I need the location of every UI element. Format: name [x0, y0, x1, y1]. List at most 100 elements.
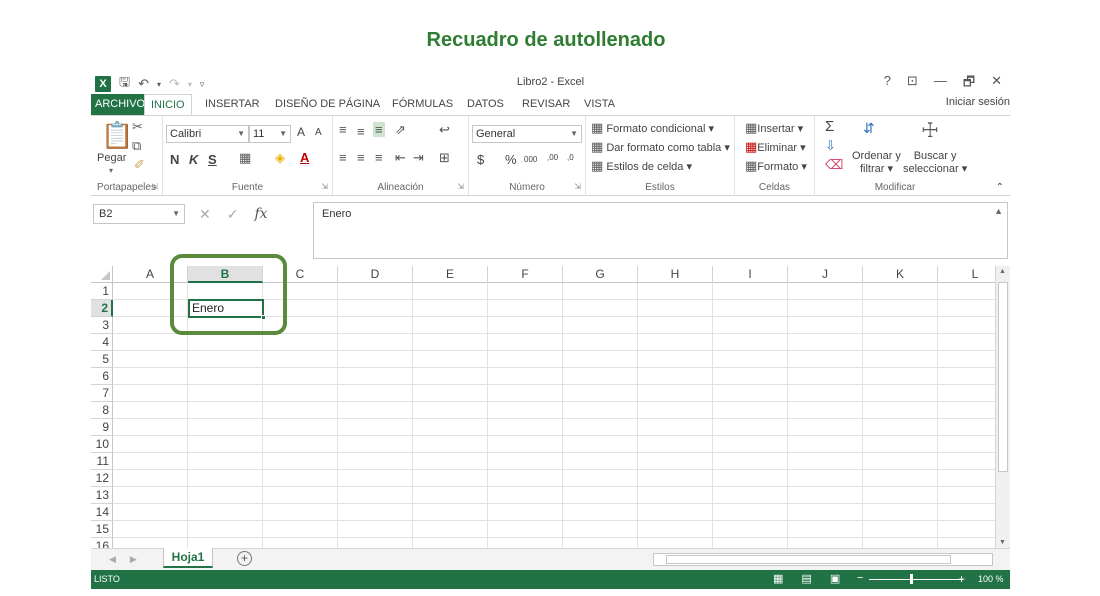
- tab-vista[interactable]: VISTA: [578, 94, 621, 116]
- format-as-table-button[interactable]: ▦ Dar formato como tabla ▾: [591, 139, 730, 155]
- align-top-icon[interactable]: ≡: [339, 122, 347, 137]
- sort-filter-button[interactable]: Ordenar y filtrar ▾: [852, 150, 901, 175]
- page-layout-icon[interactable]: ▤: [801, 572, 811, 585]
- binoculars-icon[interactable]: ☩: [921, 118, 939, 143]
- page-break-icon[interactable]: ▣: [830, 572, 840, 585]
- row-header-4[interactable]: 4: [91, 334, 113, 351]
- increase-decimal-button[interactable]: ,00: [547, 153, 558, 162]
- tab-insertar[interactable]: INSERTAR: [199, 94, 266, 116]
- launcher-icon[interactable]: ⇲: [151, 182, 158, 191]
- normal-view-icon[interactable]: ▦: [773, 572, 783, 585]
- row-header-8[interactable]: 8: [91, 402, 113, 419]
- font-name-combo[interactable]: Calibri ▼: [166, 125, 249, 143]
- next-sheet-icon[interactable]: ▶: [130, 554, 137, 565]
- tab-archivo[interactable]: ARCHIVO: [91, 94, 150, 116]
- delete-cells-button[interactable]: ▦Eliminar ▾: [745, 139, 806, 155]
- insert-cells-button[interactable]: ▦Insertar ▾: [745, 120, 803, 136]
- column-header-i[interactable]: I: [713, 266, 788, 283]
- column-header-e[interactable]: E: [413, 266, 488, 283]
- fill-icon[interactable]: ⇩: [825, 138, 836, 154]
- row-header-3[interactable]: 3: [91, 317, 113, 334]
- underline-button[interactable]: S: [208, 152, 217, 167]
- row-header-10[interactable]: 10: [91, 436, 113, 453]
- row-header-11[interactable]: 11: [91, 453, 113, 470]
- row-header-16[interactable]: 16: [91, 538, 113, 548]
- percent-button[interactable]: %: [505, 152, 517, 167]
- zoom-level[interactable]: 100 %: [978, 574, 1004, 584]
- thousands-button[interactable]: 000: [524, 155, 537, 164]
- column-header-g[interactable]: G: [563, 266, 638, 283]
- column-header-l[interactable]: L: [938, 266, 995, 283]
- insert-function-button[interactable]: fx: [254, 206, 267, 222]
- column-header-j[interactable]: J: [788, 266, 863, 283]
- scroll-up-icon[interactable]: ▲: [999, 268, 1006, 275]
- horizontal-scrollbar[interactable]: [653, 553, 993, 566]
- borders-icon[interactable]: ▦: [239, 150, 251, 166]
- ribbon-display-icon[interactable]: ⊡: [907, 73, 918, 95]
- scroll-down-icon[interactable]: ▼: [999, 539, 1006, 546]
- paste-icon[interactable]: 📋: [101, 120, 133, 151]
- merge-center-icon[interactable]: ⊞: [439, 150, 450, 166]
- orientation-icon[interactable]: ⇗: [395, 122, 406, 138]
- zoom-slider[interactable]: [869, 579, 963, 580]
- row-header-2[interactable]: 2: [91, 300, 113, 317]
- sheet-tab-hoja1[interactable]: Hoja1: [163, 548, 213, 568]
- collapse-ribbon-icon[interactable]: ⌃: [996, 182, 1004, 193]
- paste-button[interactable]: Pegar: [97, 152, 126, 164]
- sort-filter-icon[interactable]: ⇵: [863, 120, 875, 137]
- zoom-slider-knob[interactable]: [910, 574, 913, 584]
- format-cells-button[interactable]: ▦Formato ▾: [745, 158, 807, 174]
- row-header-9[interactable]: 9: [91, 419, 113, 436]
- cancel-icon[interactable]: ✕: [199, 206, 211, 223]
- launcher-icon[interactable]: ⇲: [321, 182, 328, 191]
- close-icon[interactable]: ✕: [991, 73, 1002, 95]
- row-header-15[interactable]: 15: [91, 521, 113, 538]
- grow-font-button[interactable]: A: [297, 125, 305, 139]
- autosum-icon[interactable]: Σ: [825, 118, 834, 135]
- align-bottom-icon[interactable]: ≡: [373, 122, 385, 137]
- cell-styles-button[interactable]: ▦ Estilos de celda ▾: [591, 158, 692, 174]
- column-header-d[interactable]: D: [338, 266, 413, 283]
- help-icon[interactable]: ?: [884, 73, 891, 95]
- tab-formulas[interactable]: FÓRMULAS: [386, 94, 459, 116]
- launcher-icon[interactable]: ⇲: [574, 182, 581, 191]
- shrink-font-button[interactable]: A: [315, 127, 322, 138]
- font-color-icon[interactable]: A: [300, 150, 309, 165]
- signin-link[interactable]: Iniciar sesión: [946, 96, 1010, 108]
- hscroll-thumb[interactable]: [666, 555, 951, 564]
- number-format-combo[interactable]: General ▼: [472, 125, 582, 143]
- row-header-12[interactable]: 12: [91, 470, 113, 487]
- wrap-text-icon[interactable]: ↩: [439, 122, 450, 138]
- add-sheet-button[interactable]: +: [237, 551, 252, 566]
- align-center-icon[interactable]: ≡: [357, 150, 365, 165]
- row-header-5[interactable]: 5: [91, 351, 113, 368]
- conditional-format-button[interactable]: ▦ Formato condicional ▾: [591, 120, 714, 136]
- format-painter-icon[interactable]: ✐: [134, 157, 145, 173]
- align-right-icon[interactable]: ≡: [375, 150, 383, 165]
- column-header-f[interactable]: F: [488, 266, 563, 283]
- row-header-14[interactable]: 14: [91, 504, 113, 521]
- scroll-thumb[interactable]: [998, 282, 1008, 472]
- find-select-button[interactable]: Buscar y seleccionar ▾: [903, 150, 967, 175]
- decrease-decimal-button[interactable]: ,0: [567, 153, 574, 162]
- decrease-indent-icon[interactable]: ⇤: [395, 150, 406, 166]
- row-header-1[interactable]: 1: [91, 283, 113, 300]
- row-header-7[interactable]: 7: [91, 385, 113, 402]
- launcher-icon[interactable]: ⇲: [457, 182, 464, 191]
- prev-sheet-icon[interactable]: ◀: [109, 554, 116, 565]
- row-header-13[interactable]: 13: [91, 487, 113, 504]
- tab-datos[interactable]: DATOS: [461, 94, 510, 116]
- restore-icon[interactable]: 🗗: [963, 73, 975, 95]
- tab-revisar[interactable]: REVISAR: [516, 94, 576, 116]
- row-header-6[interactable]: 6: [91, 368, 113, 385]
- expand-formula-bar-icon[interactable]: ▲: [994, 206, 1003, 216]
- paste-dropdown-icon[interactable]: ▾: [109, 166, 113, 175]
- zoom-in-button[interactable]: +: [958, 572, 965, 586]
- currency-button[interactable]: $: [477, 152, 484, 167]
- italic-button[interactable]: K: [189, 152, 198, 167]
- align-left-icon[interactable]: ≡: [339, 150, 347, 165]
- column-header-k[interactable]: K: [863, 266, 938, 283]
- copy-icon[interactable]: ⧉: [132, 138, 141, 154]
- align-middle-icon[interactable]: ≡: [357, 124, 365, 139]
- select-all-button[interactable]: [91, 266, 113, 283]
